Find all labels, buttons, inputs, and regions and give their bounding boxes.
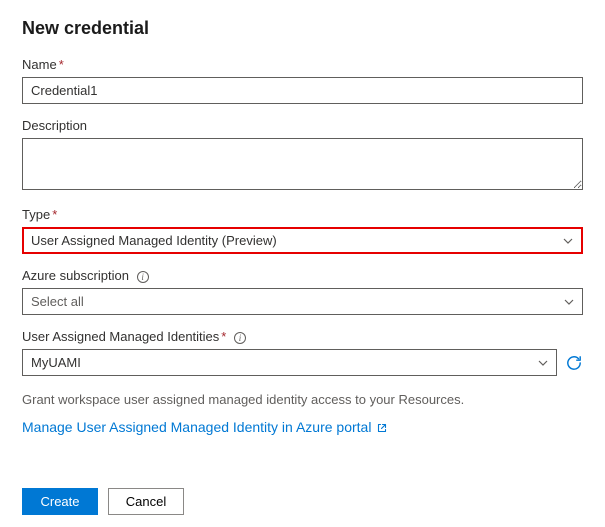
- subscription-label: Azure subscription i: [22, 268, 583, 283]
- manage-identity-link[interactable]: Manage User Assigned Managed Identity in…: [22, 419, 388, 435]
- description-input[interactable]: [22, 138, 583, 190]
- type-label: Type*: [22, 207, 583, 222]
- chevron-down-icon: [538, 360, 548, 366]
- create-button[interactable]: Create: [22, 488, 98, 515]
- required-asterisk: *: [52, 207, 57, 222]
- cancel-button[interactable]: Cancel: [108, 488, 184, 515]
- description-label: Description: [22, 118, 583, 133]
- chevron-down-icon: [563, 238, 573, 244]
- footer-actions: Create Cancel: [22, 488, 184, 515]
- refresh-icon[interactable]: [565, 354, 583, 372]
- name-label: Name*: [22, 57, 583, 72]
- info-icon[interactable]: i: [234, 332, 246, 344]
- uami-label: User Assigned Managed Identities* i: [22, 329, 583, 344]
- chevron-down-icon: [564, 299, 574, 305]
- name-input[interactable]: [22, 77, 583, 104]
- subscription-select[interactable]: Select all: [22, 288, 583, 315]
- page-title: New credential: [22, 18, 583, 39]
- required-asterisk: *: [59, 57, 64, 72]
- info-icon[interactable]: i: [137, 271, 149, 283]
- required-asterisk: *: [221, 329, 226, 344]
- external-link-icon: [376, 421, 388, 433]
- helper-text: Grant workspace user assigned managed id…: [22, 392, 583, 407]
- type-select[interactable]: User Assigned Managed Identity (Preview): [22, 227, 583, 254]
- uami-select[interactable]: MyUAMI: [22, 349, 557, 376]
